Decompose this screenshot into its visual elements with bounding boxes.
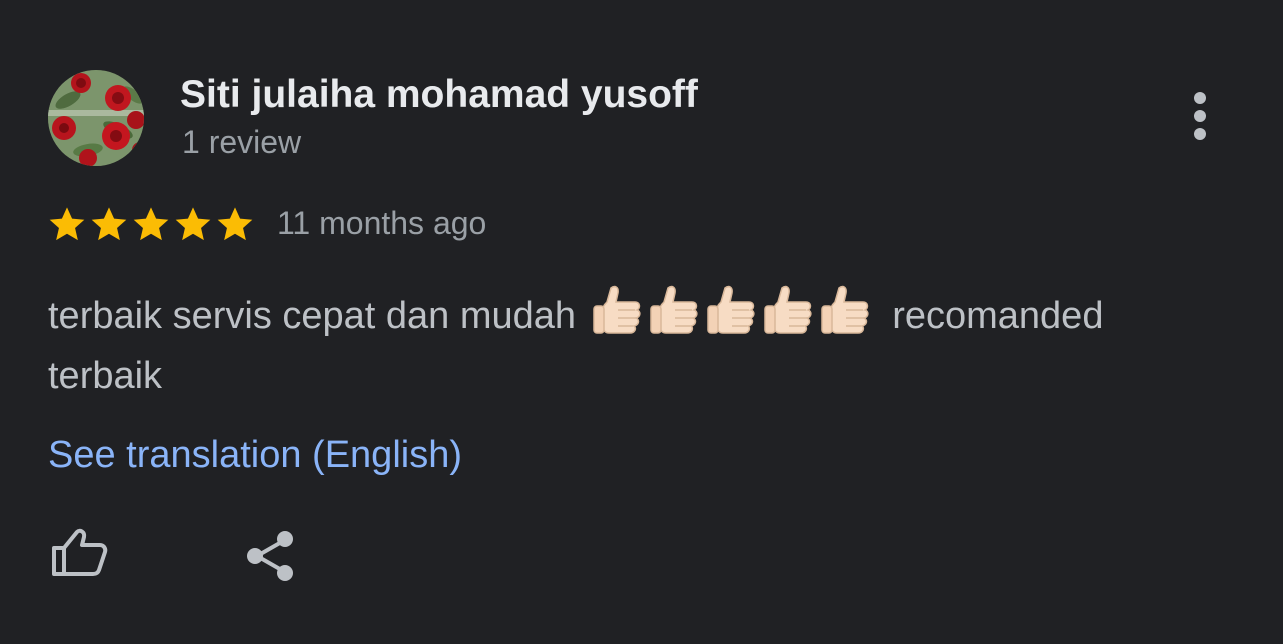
- thumbs-up-emoji-icon: [649, 285, 698, 334]
- thumbs-up-emoji-icon: [706, 285, 755, 334]
- thumbs-up-emoji-icon: [763, 285, 812, 334]
- share-button[interactable]: [240, 526, 302, 588]
- more-vert-icon: [1194, 92, 1206, 140]
- avatar[interactable]: [48, 70, 144, 166]
- thumbs-up-emoji-icon: [820, 285, 869, 334]
- more-options-button[interactable]: [1180, 88, 1220, 148]
- thumbs-up-emoji-icon: [592, 285, 641, 334]
- emoji-group: [591, 282, 876, 336]
- star-filled-icon: [217, 207, 253, 241]
- see-translation-link[interactable]: See translation (English): [48, 430, 462, 480]
- thumbs-up-outline-icon: [52, 528, 108, 576]
- share-icon: [247, 531, 293, 581]
- rose-avatar-icon: [48, 70, 144, 166]
- star-filled-icon: [133, 207, 169, 241]
- star-filled-icon: [175, 207, 211, 241]
- author-name[interactable]: Siti julaiha mohamad yusoff: [180, 72, 698, 118]
- review-text: terbaik servis cepat dan mudah recomande…: [48, 282, 1228, 406]
- star-filled-icon: [91, 207, 127, 241]
- review-timestamp: 11 months ago: [277, 205, 487, 241]
- review-card: Siti julaiha mohamad yusoff 1 review 11 …: [0, 0, 1283, 644]
- star-filled-icon: [49, 207, 85, 241]
- author-review-count: 1 review: [182, 124, 302, 160]
- review-text-before-emoji: terbaik servis cepat dan mudah: [48, 295, 577, 337]
- like-button[interactable]: [48, 524, 112, 588]
- star-rating: [46, 203, 256, 245]
